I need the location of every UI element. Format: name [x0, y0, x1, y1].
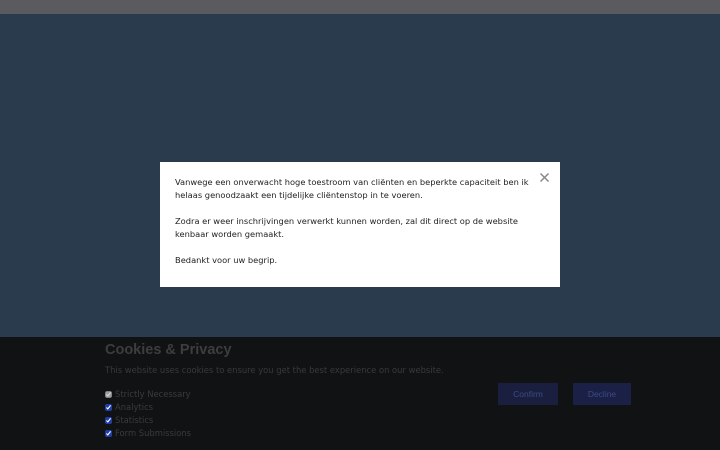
notice-modal: Vanwege een onverwacht hoge toestroom va… — [160, 162, 560, 287]
confirm-button[interactable]: Confirm — [498, 383, 558, 405]
option-label: Form Submissions — [115, 428, 192, 438]
modal-paragraph-3: Bedankt voor uw begrip. — [175, 255, 278, 265]
option-label: Analytics — [115, 402, 154, 412]
statistics-checkbox[interactable] — [105, 416, 112, 424]
option-label: Strictly Necessary — [115, 389, 191, 399]
modal-paragraph-2: Zodra er weer inschrijvingen verwerkt ku… — [175, 216, 518, 239]
option-label: Statistics — [115, 415, 154, 425]
modal-paragraph-1: Vanwege een onverwacht hoge toestroom va… — [175, 177, 529, 200]
analytics-checkbox[interactable] — [105, 403, 112, 411]
decline-button[interactable]: Decline — [573, 383, 631, 405]
option-form-submissions[interactable]: Form Submissions — [105, 427, 191, 439]
cookie-description: This website uses cookies to ensure you … — [105, 365, 444, 375]
top-bar — [0, 0, 720, 14]
option-analytics[interactable]: Analytics — [105, 401, 153, 413]
close-icon[interactable] — [536, 169, 553, 186]
option-statistics[interactable]: Statistics — [105, 414, 153, 426]
cookie-title: Cookies & Privacy — [105, 342, 232, 358]
strictly-necessary-checkbox[interactable] — [105, 390, 112, 398]
option-strictly-necessary[interactable]: Strictly Necessary — [105, 388, 191, 400]
form-submissions-checkbox[interactable] — [105, 429, 112, 437]
